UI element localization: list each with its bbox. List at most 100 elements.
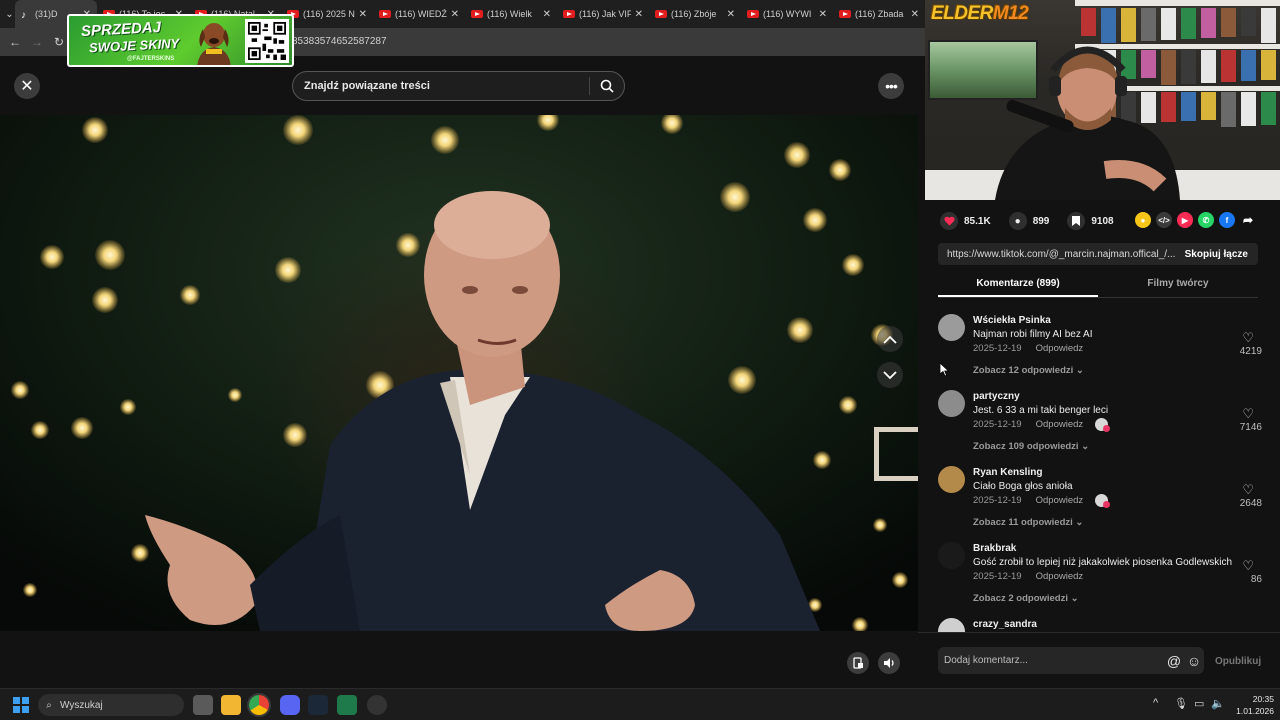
tray-chevron-icon[interactable]: ^ xyxy=(1153,697,1158,709)
clock-time: 20:35 xyxy=(1252,694,1274,704)
whatsapp-icon[interactable]: ✆ xyxy=(1198,212,1214,228)
save-button[interactable]: 9108 xyxy=(1067,212,1114,230)
steam-icon[interactable] xyxy=(308,695,328,715)
comment-author[interactable]: Wściekła Psinka xyxy=(973,315,1051,326)
url-text[interactable]: 85383574652587287 xyxy=(292,36,387,47)
windows-taskbar: ⌕ Wyszukaj ^ 🎙 ▭ 🔈 20:35 1.01.2026 xyxy=(0,688,1280,720)
creator-liked-icon xyxy=(1095,494,1110,508)
windows-start-icon[interactable] xyxy=(13,697,29,713)
discord-icon[interactable] xyxy=(280,695,300,715)
browser-tab[interactable]: (116) Wielk ✕ xyxy=(465,0,557,28)
view-replies-button[interactable]: Zobacz 12 odpowiedzi ⌄ xyxy=(973,365,1084,376)
comment-button[interactable]: ● 899 xyxy=(1008,212,1049,230)
avatar[interactable] xyxy=(938,314,965,341)
chevron-down-icon: ⌄ xyxy=(1078,441,1090,452)
youtube-icon xyxy=(839,10,851,18)
view-replies-button[interactable]: Zobacz 109 odpowiedzi ⌄ xyxy=(973,441,1089,452)
heart-icon[interactable]: ♡ xyxy=(1242,558,1254,574)
comment-input[interactable]: Dodaj komentarz... xyxy=(938,655,1164,666)
facebook-icon[interactable]: f xyxy=(1219,212,1235,228)
next-video-icon[interactable] xyxy=(877,362,903,388)
related-search-bar[interactable]: Znajdź powiązane treści xyxy=(292,71,625,101)
browser-tab-label: (116) Zbada xyxy=(855,9,904,19)
reply-button[interactable]: Odpowiedz xyxy=(1036,495,1084,506)
browser-tab[interactable]: (116) Zbóje ✕ xyxy=(649,0,741,28)
tab-comments[interactable]: Komentarze (899) xyxy=(938,274,1098,297)
view-replies-label: Zobacz 2 odpowiedzi xyxy=(973,593,1069,604)
comment-like-count: 4219 xyxy=(1239,346,1262,357)
previous-video-icon[interactable] xyxy=(877,326,903,352)
mention-icon[interactable]: @ xyxy=(1164,653,1184,669)
clock[interactable]: 20:35 1.01.2026 xyxy=(1228,693,1274,717)
close-tab-icon[interactable]: ✕ xyxy=(727,9,735,20)
close-icon[interactable]: ✕ xyxy=(14,73,40,99)
chrome-icon[interactable] xyxy=(249,695,269,715)
comment-author[interactable]: Brakbrak xyxy=(973,543,1016,554)
video-player[interactable] xyxy=(0,115,918,631)
browser-tab[interactable]: (116) 2025 N ✕ xyxy=(281,0,373,28)
task-view-icon[interactable] xyxy=(193,695,213,715)
search-input[interactable]: Znajdź powiązane treści xyxy=(293,80,589,92)
speaker-icon[interactable]: 🔈 xyxy=(1211,697,1225,710)
save-count: 9108 xyxy=(1091,215,1114,227)
logo-number: M12 xyxy=(992,3,1029,24)
volume-icon[interactable] xyxy=(878,652,900,674)
copy-link-button[interactable]: Skopiuj łącze xyxy=(1175,249,1258,260)
microphone-icon[interactable]: 🎙 xyxy=(1174,697,1188,710)
heart-icon xyxy=(940,212,958,230)
comment-input-box[interactable]: Dodaj komentarz... @ ☺ xyxy=(938,647,1204,674)
comment-like-count: 86 xyxy=(1250,574,1262,585)
comment-author[interactable]: Ryan Kensling xyxy=(973,467,1042,478)
tab-search-menu-icon[interactable]: ⌄ xyxy=(4,3,15,25)
monitor-icon[interactable]: ▭ xyxy=(1194,697,1204,710)
heart-icon[interactable]: ♡ xyxy=(1242,330,1254,346)
share-arrow-icon[interactable]: ➦ xyxy=(1240,212,1256,228)
view-replies-button[interactable]: Zobacz 11 odpowiedzi ⌄ xyxy=(973,517,1083,528)
more-options-icon[interactable]: ••• xyxy=(878,73,904,99)
publish-button[interactable]: Opublikuj xyxy=(1215,656,1261,667)
browser-tab[interactable]: (116) WYWI ✕ xyxy=(741,0,833,28)
share-link[interactable]: https://www.tiktok.com/@_marcin.najman.o… xyxy=(938,249,1175,260)
reply-button[interactable]: Odpowiedz xyxy=(1036,419,1084,430)
view-replies-button[interactable]: Zobacz 2 odpowiedzi ⌄ xyxy=(973,593,1079,604)
tab-creator-videos[interactable]: Filmy twórcy xyxy=(1098,274,1258,297)
avatar[interactable] xyxy=(938,542,965,569)
close-tab-icon[interactable]: ✕ xyxy=(359,9,367,20)
coin-share-icon[interactable]: ● xyxy=(1135,212,1151,228)
excel-icon[interactable] xyxy=(337,695,357,715)
like-button[interactable]: 85.1K xyxy=(940,212,991,230)
embed-icon[interactable]: </> xyxy=(1156,212,1172,228)
browser-tab[interactable]: (116) Zbada ✕ xyxy=(833,0,925,28)
avatar[interactable] xyxy=(938,390,965,417)
heart-icon[interactable]: ♡ xyxy=(1242,482,1254,498)
close-tab-icon[interactable]: ✕ xyxy=(451,9,459,20)
emoji-icon[interactable]: ☺ xyxy=(1184,653,1204,669)
heart-icon[interactable]: ♡ xyxy=(1242,406,1254,422)
back-arrow-icon[interactable]: ← xyxy=(4,35,26,49)
browser-tab[interactable]: (116) Jak VIF ✕ xyxy=(557,0,649,28)
close-tab-icon[interactable]: ✕ xyxy=(819,9,827,20)
close-tab-icon[interactable]: ✕ xyxy=(543,9,551,20)
comment-text: Gość zrobił to lepiej niż jakakolwiek pi… xyxy=(973,557,1233,568)
video-subject xyxy=(145,191,820,631)
comment-author[interactable]: crazy_sandra xyxy=(973,619,1037,630)
comment-author[interactable]: partyczny xyxy=(973,391,1020,402)
reply-button[interactable]: Odpowiedz xyxy=(1036,571,1084,582)
search-icon[interactable] xyxy=(590,79,624,93)
reply-button[interactable]: Odpowiedz xyxy=(1036,343,1084,354)
close-tab-icon[interactable]: ✕ xyxy=(911,9,919,20)
avatar[interactable] xyxy=(938,618,965,632)
forward-arrow-icon[interactable]: → xyxy=(26,35,48,49)
taskbar-search[interactable]: ⌕ Wyszukaj xyxy=(38,694,184,716)
qr-code-icon[interactable] xyxy=(245,19,289,63)
close-tab-icon[interactable]: ✕ xyxy=(635,9,643,20)
youtube-icon xyxy=(747,10,759,18)
obs-icon[interactable] xyxy=(367,695,387,715)
floating-player-icon[interactable] xyxy=(847,652,869,674)
streamer-logo: ELDERM12 xyxy=(931,3,1029,25)
file-explorer-icon[interactable] xyxy=(221,695,241,715)
browser-tab[interactable]: (116) WIEDŹ ✕ xyxy=(373,0,465,28)
avatar[interactable] xyxy=(938,466,965,493)
share-buttons: ● </> ▶ ✆ f ➦ xyxy=(1135,212,1256,228)
send-icon[interactable]: ▶ xyxy=(1177,212,1193,228)
